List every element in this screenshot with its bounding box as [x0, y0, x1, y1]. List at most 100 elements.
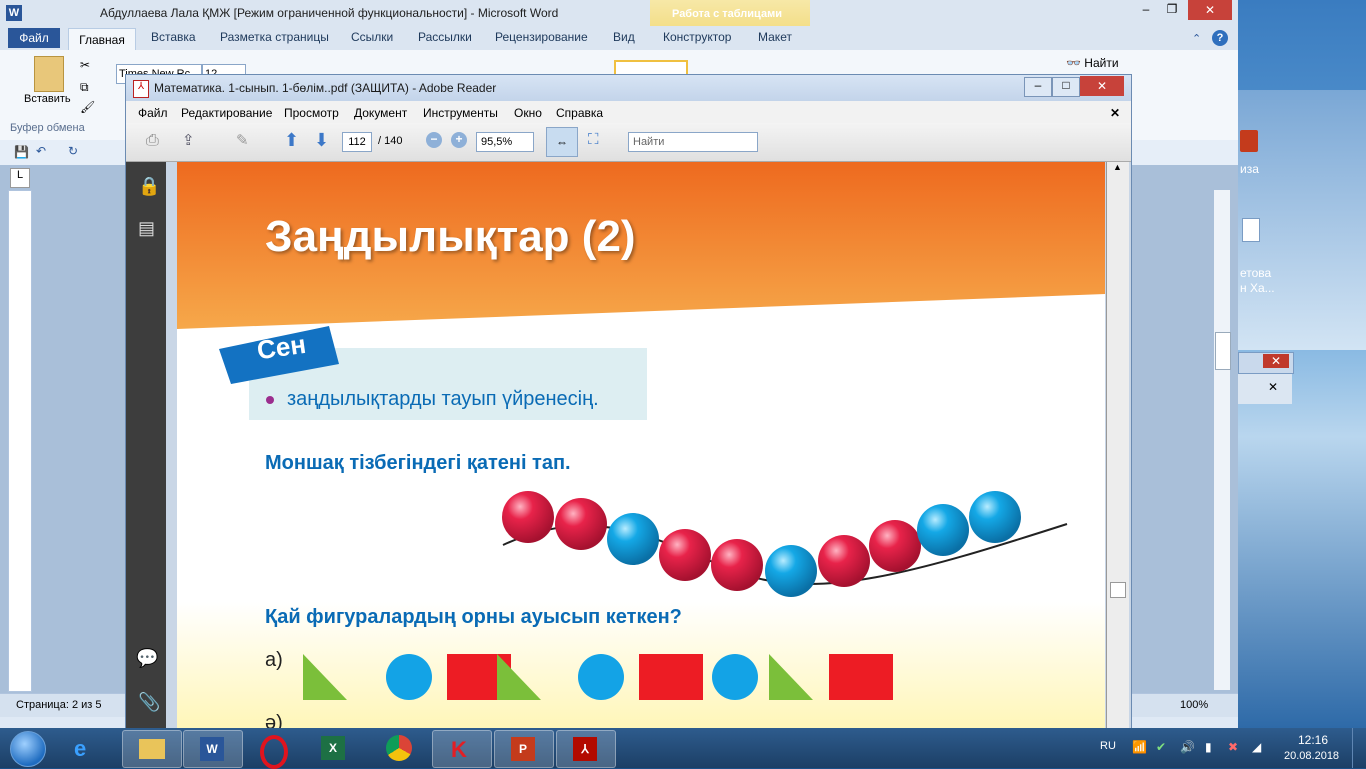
tab-page-layout[interactable]: Разметка страницы	[220, 30, 329, 44]
close-icon[interactable]: ✕	[1263, 354, 1289, 368]
tab-references[interactable]: Ссылки	[351, 30, 393, 44]
opera-icon[interactable]	[244, 730, 302, 769]
clock-date[interactable]: 20.08.2018	[1284, 750, 1339, 762]
tab-layout[interactable]: Макет	[758, 30, 792, 44]
zoom-out-icon[interactable]: −	[426, 132, 442, 148]
print-icon[interactable]: ⎙	[146, 132, 159, 150]
menu-help[interactable]: Справка	[556, 106, 603, 120]
tab-selector[interactable]: L	[10, 168, 30, 188]
menu-document[interactable]: Документ	[354, 106, 407, 120]
help-icon[interactable]: ?	[1212, 30, 1228, 46]
side-text: етова	[1240, 266, 1272, 280]
close-document-icon[interactable]: ✕	[1110, 106, 1120, 120]
paste-button[interactable]: Вставить	[24, 93, 71, 105]
attachments-icon[interactable]: 📎	[138, 692, 160, 713]
menu-edit[interactable]: Редактирование	[181, 106, 272, 120]
menu-window[interactable]: Окно	[514, 106, 542, 120]
zoom-in-icon[interactable]: +	[451, 132, 467, 148]
ie-icon[interactable]: e	[58, 730, 116, 766]
pdf-vertical-scrollbar[interactable]: ▲	[1106, 162, 1129, 729]
comment-icon[interactable]: ✎	[236, 131, 249, 149]
tab-view[interactable]: Вид	[613, 30, 635, 44]
volume-icon[interactable]: 🔊	[1180, 740, 1195, 754]
close-icon[interactable]: ✕	[1268, 380, 1278, 394]
language-indicator[interactable]: RU	[1100, 740, 1116, 752]
binoculars-icon: 👓	[1066, 56, 1081, 70]
powerpoint-taskbar-icon[interactable]: P	[494, 730, 554, 768]
word-vertical-scrollbar[interactable]	[1214, 190, 1231, 690]
scroll-thumb[interactable]	[1215, 332, 1231, 370]
signal-icon[interactable]: ◢	[1252, 740, 1261, 754]
menu-file[interactable]: Файл	[138, 106, 168, 120]
fit-width-icon[interactable]: ⇔	[546, 127, 578, 157]
find-input[interactable]: Найти	[628, 132, 758, 152]
word-taskbar-icon[interactable]: W	[183, 730, 243, 768]
tab-mailings[interactable]: Рассылки	[418, 30, 472, 44]
comments-icon[interactable]: 💬	[136, 648, 158, 669]
kaspersky-icon[interactable]: K	[432, 730, 492, 768]
pdf-page: Заңдылықтар (2) Сен заңдылықтарды тауып …	[177, 162, 1105, 729]
windows-logo-icon	[10, 731, 46, 767]
lock-icon[interactable]: 🔒	[138, 176, 160, 197]
clock-time[interactable]: 12:16	[1298, 733, 1328, 747]
prev-page-icon[interactable]: ⬆	[284, 130, 299, 151]
close-icon[interactable]: ✕	[1080, 76, 1124, 96]
scroll-thumb[interactable]	[1110, 582, 1126, 598]
restore-icon[interactable]: ❐	[1160, 2, 1184, 20]
printer-error-icon[interactable]: ✖	[1228, 740, 1238, 754]
page-number-input[interactable]: 112	[342, 132, 372, 152]
explorer-icon[interactable]	[122, 730, 182, 768]
ribbon-minimize-icon[interactable]: ⌃	[1192, 32, 1201, 45]
zoom-select[interactable]: 95,5%	[476, 132, 534, 152]
redo-icon[interactable]: ↻	[68, 144, 78, 158]
find-button[interactable]: 👓 Найти	[1066, 56, 1119, 70]
chrome-icon[interactable]	[370, 730, 428, 766]
menu-view[interactable]: Просмотр	[284, 106, 339, 120]
show-desktop-button[interactable]	[1352, 728, 1366, 768]
powerpoint-file-icon[interactable]	[1240, 130, 1258, 152]
word-logo-icon: W	[6, 5, 22, 21]
excel-icon[interactable]: X	[305, 730, 363, 766]
undo-icon[interactable]: ↶	[36, 144, 46, 158]
minimize-icon[interactable]: –	[1024, 77, 1052, 97]
option-b-label: ә)	[265, 712, 283, 729]
navigation-pane: 🔒 ▤ 💬 📎	[126, 162, 166, 729]
network-icon[interactable]: 📶	[1132, 740, 1147, 754]
tab-design[interactable]: Конструктор	[663, 30, 731, 44]
share-icon[interactable]: ⇪	[182, 131, 195, 149]
page-count-status[interactable]: Страница: 2 из 5	[16, 699, 102, 711]
acrobat-menubar: Файл Редактирование Просмотр Документ Ин…	[126, 101, 1131, 124]
side-text: н Ха...	[1240, 281, 1275, 295]
bead-red	[711, 539, 763, 591]
pages-icon[interactable]: ▤	[138, 218, 155, 239]
copy-icon[interactable]: ⧉	[80, 80, 89, 95]
zoom-level[interactable]: 100%	[1180, 699, 1208, 711]
tab-home[interactable]: Главная	[68, 28, 136, 51]
adobe-reader-taskbar-icon[interactable]: ⅄	[556, 730, 616, 768]
paste-icon[interactable]	[34, 56, 64, 92]
task-1: Моншақ тізбегіндегі қатені тап.	[265, 452, 571, 474]
next-page-icon[interactable]: ⬇	[314, 130, 329, 151]
save-icon[interactable]: 💾	[14, 145, 29, 159]
acrobat-toolbar: ⎙ ⇪ ✎ ⬆ ⬇ 112 / 140 − + 95,5% ⇔ ⛶ Найти	[126, 123, 1131, 162]
start-button[interactable]	[4, 728, 50, 768]
background-window: ✕	[1238, 374, 1292, 404]
battery-icon[interactable]: ▮	[1205, 740, 1212, 754]
security-icon[interactable]: ✔	[1156, 740, 1166, 754]
tab-insert[interactable]: Вставка	[151, 30, 196, 44]
background-window-titlebar[interactable]: ✕	[1238, 352, 1294, 374]
cut-icon[interactable]: ✂	[80, 58, 90, 72]
maximize-icon[interactable]: □	[1052, 77, 1080, 97]
close-icon[interactable]: ✕	[1188, 0, 1232, 20]
menu-tools[interactable]: Инструменты	[423, 106, 498, 120]
tab-file[interactable]: Файл	[8, 28, 60, 48]
shape-circle	[386, 654, 432, 700]
acrobat-title: Математика. 1-сынып. 1-бөлім..pdf (ЗАЩИТ…	[154, 81, 497, 95]
scroll-up-icon[interactable]: ▲	[1113, 162, 1122, 172]
format-painter-icon[interactable]: 🖌	[80, 100, 95, 114]
tab-review[interactable]: Рецензирование	[495, 30, 588, 44]
bead-red	[659, 529, 711, 581]
minimize-icon[interactable]: –	[1134, 2, 1158, 20]
document-file-icon[interactable]	[1242, 218, 1260, 242]
fit-page-icon[interactable]: ⛶	[588, 131, 599, 148]
